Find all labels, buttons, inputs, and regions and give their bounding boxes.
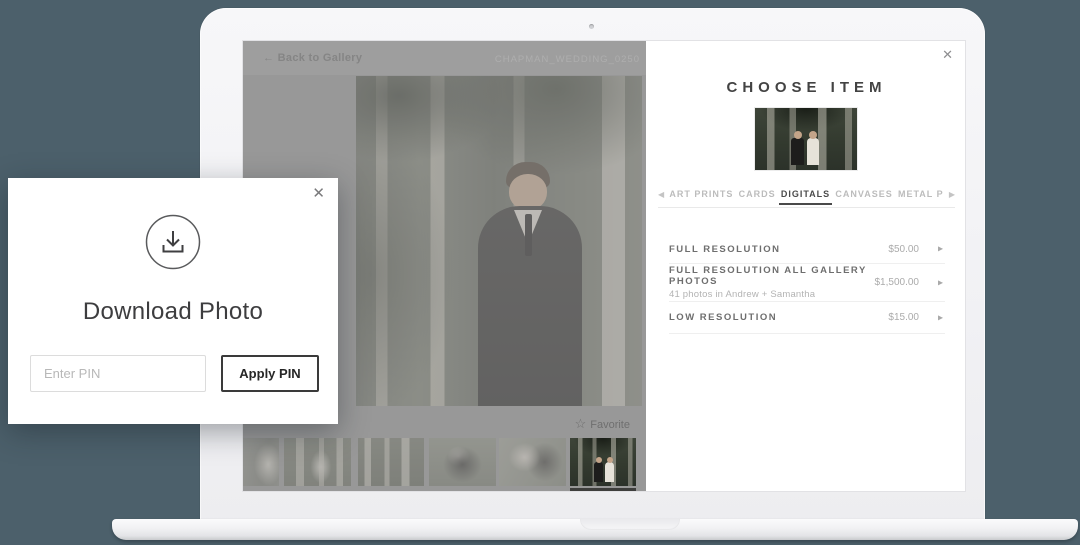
item-price: $1,500.00 — [874, 277, 920, 288]
page-background: ← Back to Gallery CHAPMAN_WEDDING_0250 ☆… — [0, 0, 1080, 545]
apply-pin-button[interactable]: Apply PIN — [221, 355, 319, 392]
thumb-groom-head — [595, 457, 602, 463]
app-screen: ← Back to Gallery CHAPMAN_WEDDING_0250 ☆… — [242, 40, 966, 492]
thumb-bride-head — [606, 457, 613, 463]
price-row-full-resolution[interactable]: FULL RESOLUTION $50.00 ▸ — [669, 235, 945, 264]
tab-metal-prints[interactable]: METAL P — [898, 189, 944, 199]
selected-photo-preview — [754, 107, 858, 171]
preview-bride-head — [809, 131, 817, 139]
back-to-gallery-link[interactable]: ← Back to Gallery — [263, 52, 362, 64]
main-wedding-photo — [356, 76, 642, 406]
item-price: $15.00 — [888, 312, 919, 323]
item-text-block: FULL RESOLUTION ALL GALLERY PHOTOS 41 ph… — [669, 265, 875, 300]
thumb-groom — [594, 462, 603, 482]
item-name: LOW RESOLUTION — [669, 312, 778, 323]
item-price: $50.00 — [888, 243, 919, 255]
preview-groom — [791, 138, 804, 165]
item-name: FULL RESOLUTION — [669, 243, 781, 255]
product-tabs: ◀ ART PRINTS CARDS DIGITALS CANVASES MET… — [646, 189, 965, 205]
price-row-low-resolution[interactable]: LOW RESOLUTION $15.00 ▸ — [669, 302, 945, 334]
viewer-topbar: ← Back to Gallery CHAPMAN_WEDDING_0250 — [243, 41, 646, 75]
tabs-divider — [658, 207, 955, 208]
dim-overlay — [356, 76, 642, 406]
download-icon — [145, 214, 201, 275]
tabs-scroll-right-icon[interactable]: ▶ — [949, 190, 955, 199]
thumbnail-selected[interactable] — [570, 438, 636, 486]
thumbnail-1[interactable] — [243, 438, 279, 486]
thumbnail-5[interactable] — [499, 438, 566, 486]
tab-cards[interactable]: CARDS — [739, 189, 776, 199]
preview-bride — [807, 138, 819, 165]
tabs-scroll-left-icon[interactable]: ◀ — [658, 190, 664, 199]
modal-title: Download Photo — [82, 298, 264, 325]
chevron-right-icon: ▸ — [937, 277, 943, 288]
laptop-latch-notch — [580, 519, 680, 530]
choose-item-panel: ✕ CHOOSE ITEM ◀ ART PRINTS CARDS DIGITAL… — [646, 41, 965, 491]
thumbnail-4[interactable] — [429, 438, 496, 486]
favorite-label: Favorite — [590, 419, 630, 431]
thumb-bride — [605, 462, 614, 482]
tab-digitals[interactable]: DIGITALS — [778, 189, 833, 205]
close-icon[interactable]: ✕ — [312, 184, 325, 202]
thumbnail-2[interactable] — [284, 438, 351, 486]
webcam-dot — [589, 24, 594, 29]
item-name: FULL RESOLUTION ALL GALLERY PHOTOS — [669, 265, 867, 287]
chevron-right-icon: ▸ — [937, 312, 943, 323]
thumbnail-row2-stub-dark — [570, 488, 636, 491]
close-icon[interactable]: ✕ — [942, 47, 953, 63]
download-photo-modal: ✕ Download Photo Apply PIN — [8, 178, 338, 424]
thumbnail-3[interactable] — [358, 438, 424, 486]
chevron-right-icon: ▸ — [937, 243, 943, 255]
price-row-all-gallery[interactable]: FULL RESOLUTION ALL GALLERY PHOTOS 41 ph… — [669, 264, 945, 302]
photo-filename: CHAPMAN_WEDDING_0250 — [494, 54, 640, 65]
tab-art-prints[interactable]: ART PRINTS — [669, 189, 733, 199]
pin-input[interactable] — [30, 355, 206, 392]
preview-groom-head — [793, 131, 802, 139]
tab-canvases[interactable]: CANVASES — [835, 189, 892, 199]
star-icon: ☆ — [574, 416, 587, 431]
choose-item-title: CHOOSE ITEM — [726, 79, 887, 96]
favorite-button[interactable]: ☆ Favorite — [575, 416, 630, 432]
laptop-base — [112, 519, 1078, 540]
item-subtitle: 41 photos in Andrew + Samantha — [669, 289, 816, 300]
